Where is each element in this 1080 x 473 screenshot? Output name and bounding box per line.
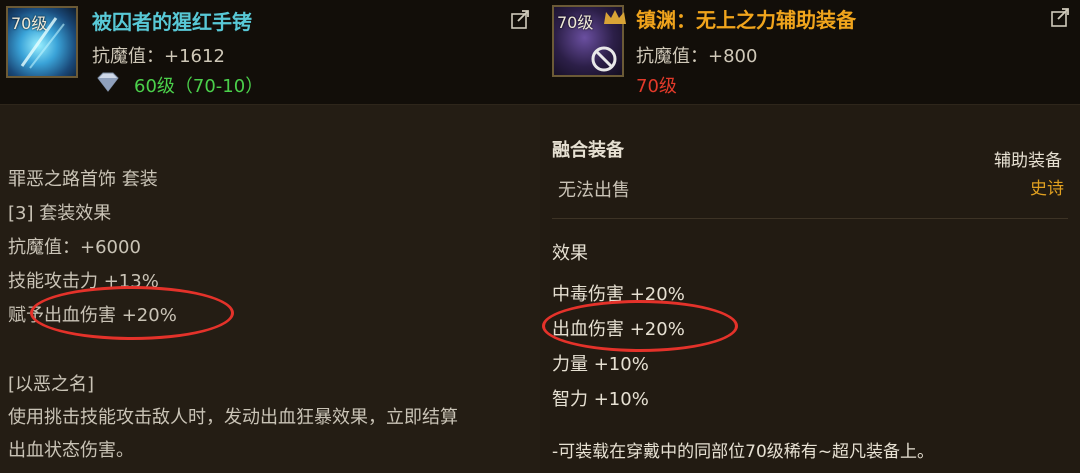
share-icon[interactable]	[510, 8, 532, 30]
item-type: 辅助装备	[994, 151, 1062, 171]
level-requirement: 60级（70-10）	[134, 76, 264, 97]
skill-description: 使用挑击技能攻击敌人时，发动出血狂暴效果，立即结算	[8, 407, 458, 428]
effect-strength: 力量 +10%	[552, 354, 649, 375]
level-requirement: 70级	[636, 76, 677, 97]
item-stat: 抗魔值：+800	[636, 46, 758, 67]
item-name: 被囚者的猩红手铐	[92, 10, 252, 34]
set-name: 罪恶之路首饰 套装	[8, 169, 158, 190]
fusion-label: 融合装备	[552, 140, 624, 161]
effects-header: 效果	[552, 243, 588, 264]
trade-note: 无法出售	[558, 180, 630, 201]
gem-icon	[97, 72, 119, 92]
bracelet-blue-glow-icon[interactable]: 70级	[6, 6, 78, 78]
section-divider	[552, 218, 1068, 219]
right-item-header: 70级 镇渊：无上之力辅助装备 抗魔值：+800 70级	[540, 0, 1080, 105]
set-effect-header: [3] 套装效果	[8, 203, 112, 224]
skill-name: [以恶之名]	[8, 374, 95, 395]
effect-intelligence: 智力 +10%	[552, 389, 649, 410]
bracelet-shape	[20, 17, 65, 69]
right-item-tooltip: 70级 镇渊：无上之力辅助装备 抗魔值：+800 70级 融合装备 无法出售 辅…	[540, 0, 1080, 473]
highlight-circle	[542, 300, 738, 352]
share-icon[interactable]	[1050, 6, 1072, 28]
item-name: 镇渊：无上之力辅助装备	[636, 8, 856, 32]
skill-description: 出血状态伤害。	[8, 440, 134, 461]
rarity-label: 史诗	[1030, 179, 1064, 199]
left-item-header: 70级 被囚者的猩红手铐 抗魔值：+1612 60级（70-10）	[0, 0, 540, 105]
equip-footnote: -可装载在穿戴中的同部位70级稀有~超凡装备上。	[552, 442, 935, 462]
share-icon-svg	[511, 10, 529, 29]
item-stat: 抗魔值：+1612	[92, 46, 225, 67]
left-item-tooltip: 70级 被囚者的猩红手铐 抗魔值：+1612 60级（70-10） 罪恶之路首饰…	[0, 0, 540, 473]
crown-icon	[604, 10, 626, 24]
share-icon-svg	[1051, 8, 1069, 27]
set-stat: 抗魔值：+6000	[8, 237, 141, 258]
highlight-circle	[30, 286, 234, 340]
